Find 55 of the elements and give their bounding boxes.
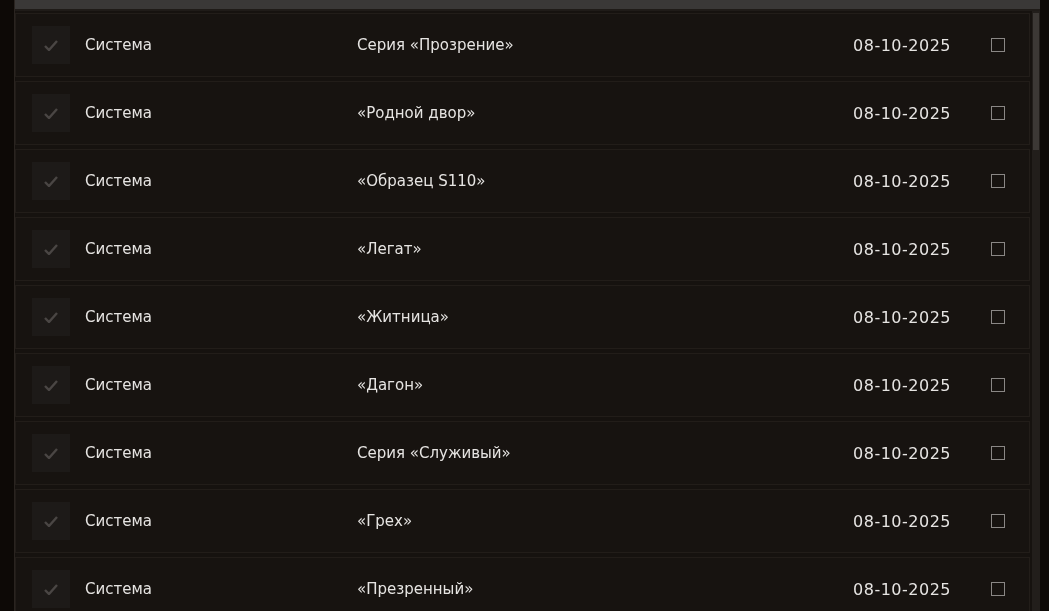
checkbox[interactable] bbox=[991, 310, 1005, 324]
message-date: 08-10-2025 bbox=[853, 579, 951, 599]
check-icon bbox=[32, 366, 70, 404]
check-icon bbox=[32, 502, 70, 540]
message-sender: Система bbox=[85, 376, 153, 394]
message-sender: Система bbox=[85, 580, 153, 598]
message-sender: Система bbox=[85, 36, 153, 54]
check-icon bbox=[32, 298, 70, 336]
message-row[interactable]: Система «Легат» 08-10-2025 bbox=[15, 217, 1030, 281]
message-row[interactable]: Система Серия «Служивый» 08-10-2025 bbox=[15, 421, 1030, 485]
message-row[interactable]: Система «Образец S110» 08-10-2025 bbox=[15, 149, 1030, 213]
message-subject: «Презренный» bbox=[357, 580, 475, 598]
message-date: 08-10-2025 bbox=[853, 307, 951, 327]
check-icon bbox=[32, 162, 70, 200]
message-sender: Система bbox=[85, 240, 153, 258]
message-subject: «Легат» bbox=[357, 240, 423, 258]
message-subject: «Грех» bbox=[357, 512, 414, 530]
message-sender: Система bbox=[85, 172, 153, 190]
message-subject: «Образец S110» bbox=[357, 172, 487, 190]
message-sender: Система bbox=[85, 512, 153, 530]
message-row[interactable]: Система «Грех» 08-10-2025 bbox=[15, 489, 1030, 553]
check-icon bbox=[32, 26, 70, 64]
checkbox[interactable] bbox=[991, 582, 1005, 596]
scrollbar[interactable] bbox=[1032, 11, 1040, 611]
message-date: 08-10-2025 bbox=[853, 103, 951, 123]
check-icon bbox=[32, 570, 70, 608]
message-subject: Серия «Служивый» bbox=[357, 444, 512, 462]
check-icon bbox=[32, 230, 70, 268]
checkbox[interactable] bbox=[991, 106, 1005, 120]
message-row[interactable]: Система «Житница» 08-10-2025 bbox=[15, 285, 1030, 349]
message-subject: «Житница» bbox=[357, 308, 450, 326]
message-row[interactable]: Система «Презренный» 08-10-2025 bbox=[15, 557, 1030, 611]
checkbox[interactable] bbox=[991, 38, 1005, 52]
message-subject: Серия «Прозрение» bbox=[357, 36, 515, 54]
message-row[interactable]: Система «Дагон» 08-10-2025 bbox=[15, 353, 1030, 417]
checkbox[interactable] bbox=[991, 378, 1005, 392]
checkbox[interactable] bbox=[991, 174, 1005, 188]
message-date: 08-10-2025 bbox=[853, 511, 951, 531]
checkbox[interactable] bbox=[991, 446, 1005, 460]
checkbox[interactable] bbox=[991, 242, 1005, 256]
message-row[interactable]: Система Серия «Прозрение» 08-10-2025 bbox=[15, 13, 1030, 77]
checkbox[interactable] bbox=[991, 514, 1005, 528]
check-icon bbox=[32, 94, 70, 132]
message-sender: Система bbox=[85, 444, 153, 462]
message-sender: Система bbox=[85, 104, 153, 122]
check-icon bbox=[32, 434, 70, 472]
message-date: 08-10-2025 bbox=[853, 443, 951, 463]
message-date: 08-10-2025 bbox=[853, 35, 951, 55]
message-subject: «Родной двор» bbox=[357, 104, 477, 122]
message-date: 08-10-2025 bbox=[853, 171, 951, 191]
message-date: 08-10-2025 bbox=[853, 375, 951, 395]
message-subject: «Дагон» bbox=[357, 376, 425, 394]
message-sender: Система bbox=[85, 308, 153, 326]
message-row[interactable]: Система «Родной двор» 08-10-2025 bbox=[15, 81, 1030, 145]
message-date: 08-10-2025 bbox=[853, 239, 951, 259]
